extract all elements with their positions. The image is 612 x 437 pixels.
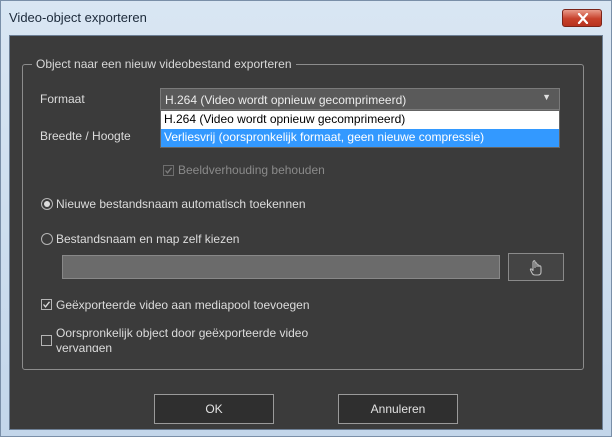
ok-button[interactable]: OK (154, 394, 274, 424)
group-title: Object naar een nieuw videobestand expor… (32, 56, 296, 72)
manual-name-label: Bestandsnaam en map zelf kiezen (56, 232, 240, 246)
format-select[interactable]: H.264 (Video wordt opnieuw gecomprimeerd… (160, 88, 560, 110)
format-selected-value: H.264 (Video wordt opnieuw gecomprimeerd… (165, 93, 407, 107)
chevron-down-icon: ▼ (542, 92, 551, 102)
manual-name-radio[interactable] (41, 233, 53, 245)
replace-checkbox[interactable] (41, 335, 52, 346)
format-dropdown-list: H.264 (Video wordt opnieuw gecomprimeerd… (160, 110, 560, 148)
window-title: Video-object exporteren (9, 10, 147, 25)
auto-name-label: Nieuwe bestandsnaam automatisch toekenne… (56, 197, 306, 211)
add-to-pool-label: Geëxporteerde video aan mediapool toevoe… (56, 298, 310, 312)
path-field[interactable] (62, 255, 500, 279)
format-label: Formaat (40, 92, 85, 106)
replace-label-line2: vervangen (56, 341, 113, 352)
title-bar[interactable]: Video-object exporteren (1, 1, 611, 35)
aspect-checkbox[interactable] (163, 165, 174, 176)
format-option-h264[interactable]: H.264 (Video wordt opnieuw gecomprimeerd… (161, 111, 559, 129)
size-label: Breedte / Hoogte (40, 129, 131, 143)
radio-dot (44, 201, 50, 207)
replace-label-line1: Oorspronkelijk object door geëxporteerde… (56, 326, 309, 340)
aspect-label: Beeldverhouding behouden (178, 163, 325, 177)
add-to-pool-checkbox[interactable] (41, 299, 52, 310)
format-option-lossless[interactable]: Verliesvrij (oorspronkelijk formaat, gee… (161, 129, 559, 147)
cancel-button[interactable]: Annuleren (338, 394, 458, 424)
close-icon (577, 13, 589, 24)
hand-pointer-icon (529, 260, 542, 276)
check-icon (43, 301, 51, 308)
check-icon (165, 167, 173, 174)
close-button[interactable] (562, 9, 602, 27)
browse-button[interactable] (508, 253, 564, 281)
auto-name-radio[interactable] (41, 198, 53, 210)
